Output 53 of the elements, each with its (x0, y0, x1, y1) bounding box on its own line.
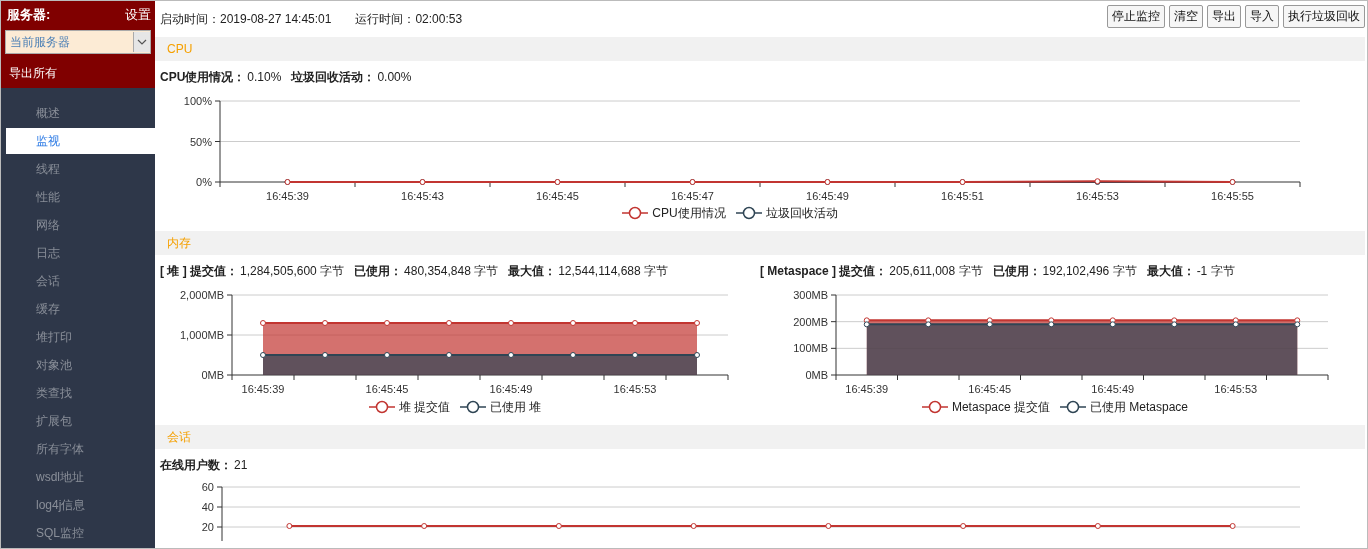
axis-label: 300MB (793, 289, 828, 301)
stat-value: 205,611,008 字节 (889, 262, 983, 280)
axis-label: 16:45:39 (266, 190, 309, 202)
axis-label: 1,000MB (179, 329, 224, 341)
start-time: 启动时间：2019-08-27 14:45:01 (160, 10, 332, 28)
axis-label: 40 (201, 501, 214, 513)
axis-label: 16:45:53 (1076, 190, 1119, 202)
axis-label: 16:45:45 (536, 190, 579, 202)
axis-label: 16:45:53 (613, 383, 657, 395)
axis-label: 16:45:49 (489, 383, 533, 395)
stat-value: 0.00% (377, 70, 412, 84)
sidebar-title: 服务器: (6, 6, 51, 24)
axis-label: 16:45:47 (671, 190, 714, 202)
stat-value: 192,102,496 字节 (1042, 262, 1137, 280)
stat-value: 480,354,848 字节 (404, 262, 499, 280)
stat-label: 已使用： (992, 262, 1041, 280)
stat-value: 0.10% (247, 70, 282, 84)
uptime: 运行时间：02:00:53 (355, 10, 463, 28)
stat-label: CPU使用情况： (160, 68, 246, 86)
axis-label: 16:45:49 (1091, 383, 1135, 395)
axis-label: 16:45:51 (941, 190, 984, 202)
axis-label: 16:45:39 (241, 383, 285, 395)
axis-label: 2,000MB (179, 289, 224, 301)
axis-label: 0MB (201, 369, 224, 381)
axis-label: 0% (196, 176, 212, 188)
stat-label: 已使用： (354, 262, 403, 280)
axis-label: 16:45:53 (1214, 383, 1258, 395)
axis-label: 16:45:45 (968, 383, 1012, 395)
axis-label: 20 (201, 521, 214, 533)
stat-value: -1 字节 (1196, 262, 1235, 280)
axis-label: 100% (183, 95, 212, 107)
axis-label: 60 (201, 481, 214, 493)
axis-label: 16:45:43 (401, 190, 444, 202)
section-title: CPU (155, 37, 1365, 61)
stat-label: 最大值： (1146, 262, 1195, 280)
section-title: 内存 (155, 231, 1365, 255)
stat-value: 1,284,505,600 字节 (240, 262, 345, 280)
stat-label: [ Metaspace ] 提交值： (760, 262, 888, 280)
section-title: 会话 (155, 425, 1365, 449)
axis-label: 100MB (793, 342, 828, 355)
axis-label: 200MB (793, 315, 828, 328)
axis-label: 0MB (805, 369, 828, 381)
axis-label: 50% (189, 135, 212, 148)
axis-label: 16:45:45 (365, 383, 409, 395)
stat-label: 垃圾回收活动： (291, 68, 376, 86)
stat-label: [ 堆 ] 提交值： (160, 262, 238, 280)
axis-label: 16:45:39 (845, 383, 889, 395)
stat-label: 最大值： (508, 262, 557, 280)
stat-label: 在线用户数： (160, 456, 232, 474)
stat-value: 12,544,114,688 字节 (558, 262, 668, 280)
stat-value: 21 (234, 458, 248, 472)
axis-label: 16:45:49 (806, 190, 849, 202)
axis-label: 16:45:55 (1211, 190, 1254, 202)
